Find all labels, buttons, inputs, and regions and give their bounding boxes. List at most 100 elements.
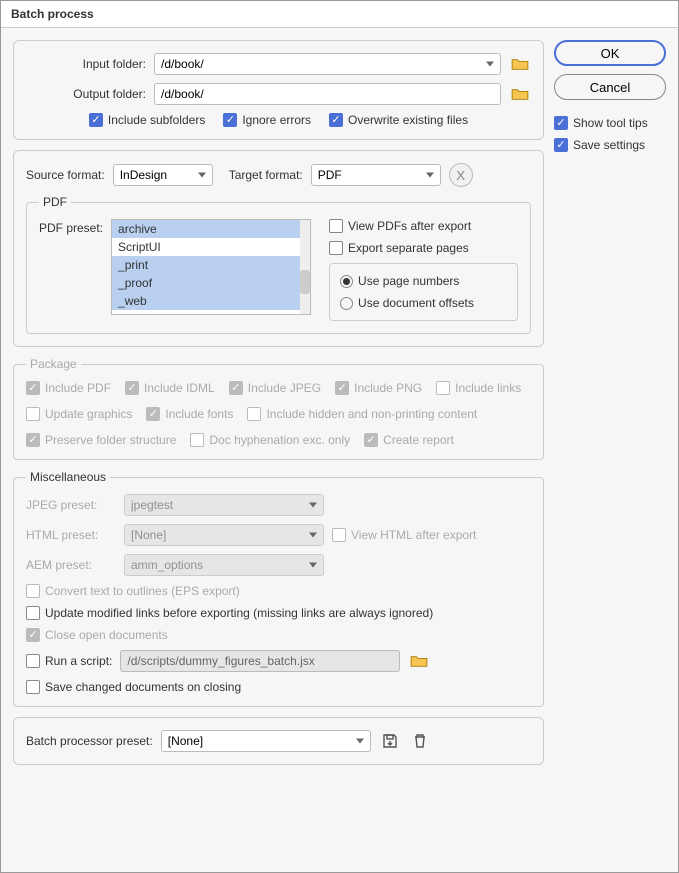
update-links-checkbox[interactable] (26, 606, 40, 620)
include-jpeg-checkbox (229, 381, 243, 395)
save-changed-label: Save changed documents on closing (45, 680, 241, 694)
include-subfolders-checkbox[interactable] (89, 113, 103, 127)
delete-preset-button[interactable] (409, 730, 431, 752)
include-png-label: Include PNG (354, 381, 422, 395)
update-graphics-label: Update graphics (45, 407, 132, 421)
list-item[interactable]: _proof (112, 274, 300, 292)
preserve-structure-label: Preserve folder structure (45, 433, 176, 447)
misc-fieldset: Miscellaneous JPEG preset: jpegtest HTML… (13, 470, 544, 707)
aem-preset-label: AEM preset: (26, 558, 116, 572)
folders-panel: Input folder: Output folder: Include sub… (13, 40, 544, 140)
doc-hyphenation-label: Doc hyphenation exc. only (209, 433, 350, 447)
preserve-structure-checkbox (26, 433, 40, 447)
include-hidden-checkbox (247, 407, 261, 421)
convert-outlines-label: Convert text to outlines (EPS export) (45, 584, 240, 598)
show-tooltips-label: Show tool tips (573, 116, 648, 130)
package-fieldset: Package Include PDF Include IDML Include… (13, 357, 544, 460)
ignore-errors-label: Ignore errors (242, 113, 311, 127)
run-script-label: Run a script: (45, 654, 112, 668)
content-area: Input folder: Output folder: Include sub… (1, 28, 678, 872)
output-folder-field[interactable] (154, 83, 501, 105)
pdf-legend: PDF (39, 195, 71, 209)
main-column: Input folder: Output folder: Include sub… (13, 40, 544, 860)
use-doc-offsets-label: Use document offsets (358, 296, 474, 310)
include-pdf-checkbox (26, 381, 40, 395)
view-pdfs-label: View PDFs after export (348, 219, 471, 233)
list-item[interactable]: _print (112, 256, 300, 274)
include-png-checkbox (335, 381, 349, 395)
show-tooltips-checkbox[interactable] (554, 116, 568, 130)
batch-preset-panel: Batch processor preset: [None] (13, 717, 544, 765)
input-folder-label: Input folder: (26, 57, 146, 71)
aem-preset-select: amm_options (124, 554, 324, 576)
browse-script-button[interactable] (408, 650, 430, 672)
use-page-numbers-label: Use page numbers (358, 274, 459, 288)
doc-hyphenation-checkbox (190, 433, 204, 447)
include-subfolders-label: Include subfolders (108, 113, 205, 127)
browse-output-button[interactable] (509, 83, 531, 105)
jpeg-preset-label: JPEG preset: (26, 498, 116, 512)
include-links-label: Include links (455, 381, 521, 395)
update-graphics-checkbox (26, 407, 40, 421)
close-docs-checkbox (26, 628, 40, 642)
html-preset-label: HTML preset: (26, 528, 116, 542)
package-legend: Package (26, 357, 81, 371)
save-settings-checkbox[interactable] (554, 138, 568, 152)
clear-format-button[interactable]: X (449, 163, 473, 187)
source-format-select[interactable]: InDesign (113, 164, 213, 186)
list-item[interactable]: archive (112, 220, 300, 238)
cancel-button[interactable]: Cancel (554, 74, 666, 100)
run-script-checkbox[interactable] (26, 654, 40, 668)
include-idml-checkbox (125, 381, 139, 395)
include-fonts-checkbox (146, 407, 160, 421)
save-changed-checkbox[interactable] (26, 680, 40, 694)
include-idml-label: Include IDML (144, 381, 215, 395)
misc-legend: Miscellaneous (26, 470, 110, 484)
pdf-fieldset: PDF PDF preset: archive ScriptUI _print … (26, 195, 531, 334)
overwrite-label: Overwrite existing files (348, 113, 468, 127)
separate-pages-checkbox[interactable] (329, 241, 343, 255)
jpeg-preset-select: jpegtest (124, 494, 324, 516)
list-item[interactable]: _web (112, 292, 300, 310)
input-folder-field[interactable] (154, 53, 501, 75)
browse-input-button[interactable] (509, 53, 531, 75)
side-column: OK Cancel Show tool tips Save settings (554, 40, 666, 860)
convert-outlines-checkbox (26, 584, 40, 598)
save-settings-label: Save settings (573, 138, 645, 152)
listbox-scrollbar[interactable] (300, 220, 310, 314)
include-links-checkbox (436, 381, 450, 395)
pdf-preset-listbox[interactable]: archive ScriptUI _print _proof _web (111, 219, 311, 315)
dialog-window: Batch process Input folder: Output folde… (0, 0, 679, 873)
html-preset-select: [None] (124, 524, 324, 546)
view-html-label: View HTML after export (351, 528, 476, 542)
save-preset-button[interactable] (379, 730, 401, 752)
create-report-label: Create report (383, 433, 454, 447)
include-jpeg-label: Include JPEG (248, 381, 321, 395)
batch-preset-select[interactable]: [None] (161, 730, 371, 752)
ok-button[interactable]: OK (554, 40, 666, 66)
batch-preset-label: Batch processor preset: (26, 734, 153, 748)
page-numbering-group: Use page numbers Use document offsets (329, 263, 518, 321)
view-pdfs-checkbox[interactable] (329, 219, 343, 233)
include-pdf-label: Include PDF (45, 381, 111, 395)
overwrite-checkbox[interactable] (329, 113, 343, 127)
update-links-label: Update modified links before exporting (… (45, 606, 433, 620)
target-format-select[interactable]: PDF (311, 164, 441, 186)
include-hidden-label: Include hidden and non-printing content (266, 407, 477, 421)
output-folder-label: Output folder: (26, 87, 146, 101)
use-doc-offsets-radio[interactable] (340, 297, 353, 310)
format-panel: Source format: InDesign Target format: P… (13, 150, 544, 347)
target-format-label: Target format: (229, 168, 303, 182)
separate-pages-label: Export separate pages (348, 241, 469, 255)
include-fonts-label: Include fonts (165, 407, 233, 421)
source-format-label: Source format: (26, 168, 105, 182)
window-title: Batch process (1, 1, 678, 28)
create-report-checkbox (364, 433, 378, 447)
view-html-checkbox (332, 528, 346, 542)
use-page-numbers-radio[interactable] (340, 275, 353, 288)
script-path-field (120, 650, 400, 672)
pdf-preset-label: PDF preset: (39, 219, 103, 235)
ignore-errors-checkbox[interactable] (223, 113, 237, 127)
list-item[interactable]: ScriptUI (112, 238, 300, 256)
close-docs-label: Close open documents (45, 628, 168, 642)
